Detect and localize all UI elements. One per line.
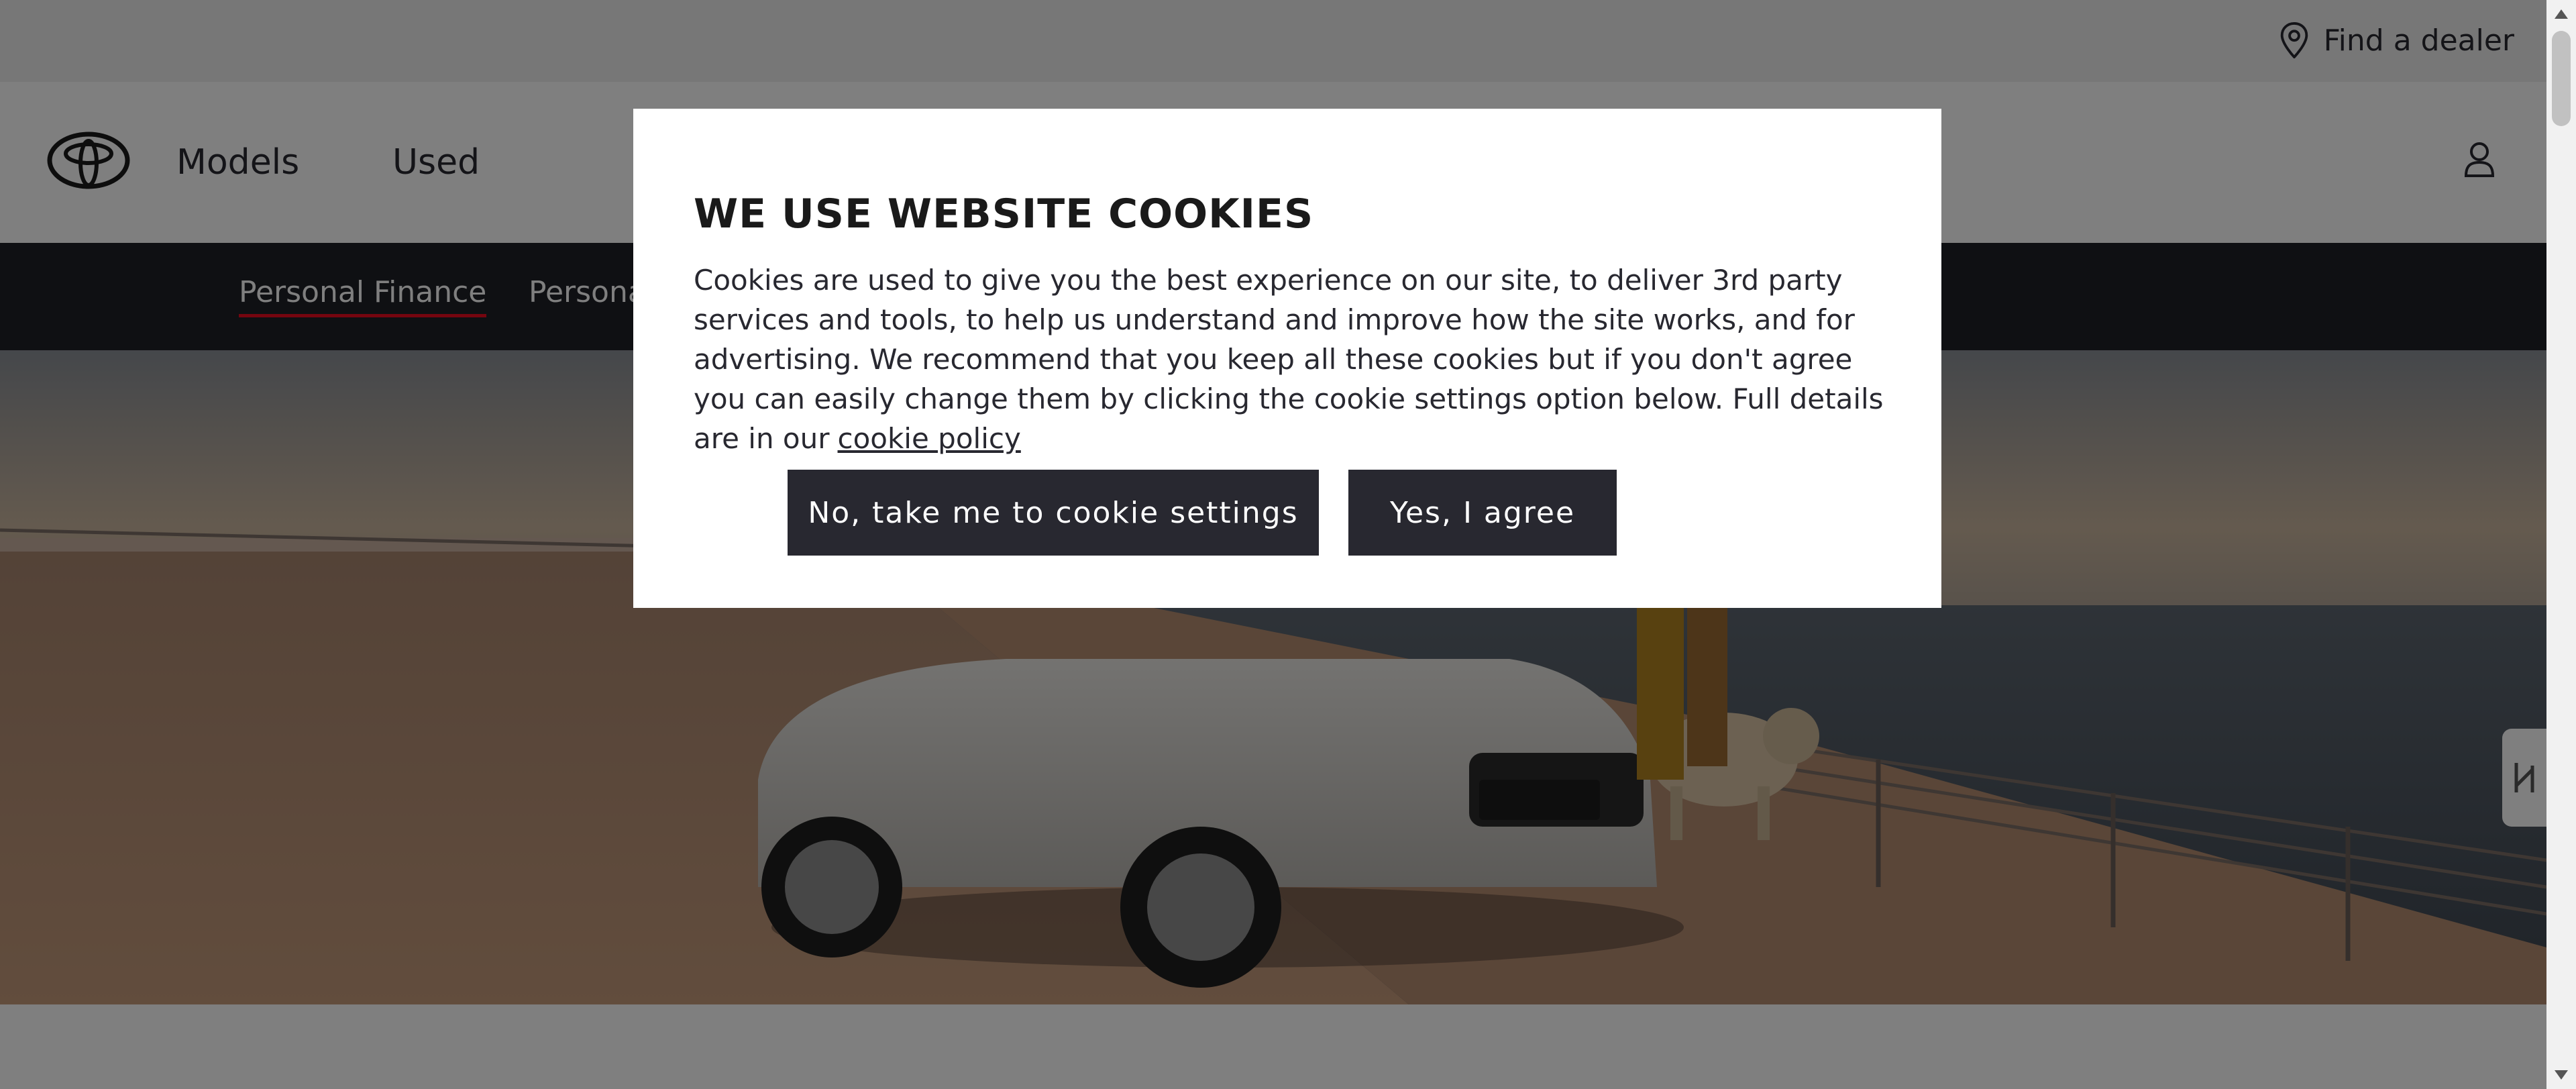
scroll-up-arrow-icon[interactable] bbox=[2555, 9, 2568, 19]
scroll-down-arrow-icon[interactable] bbox=[2555, 1070, 2568, 1080]
scrollbar-thumb[interactable] bbox=[2552, 31, 2571, 126]
cookie-policy-link[interactable]: cookie policy bbox=[838, 422, 1021, 455]
cookie-settings-button[interactable]: No, take me to cookie settings bbox=[788, 470, 1319, 556]
cookie-consent-dialog: WE USE WEBSITE COOKIES Cookies are used … bbox=[633, 109, 1941, 608]
agree-cookies-button[interactable]: Yes, I agree bbox=[1348, 470, 1617, 556]
cookie-dialog-title: WE USE WEBSITE COOKIES bbox=[694, 191, 1314, 238]
page-scrollbar[interactable] bbox=[2546, 0, 2576, 1089]
cookie-dialog-text: Cookies are used to give you the best ex… bbox=[694, 260, 1894, 458]
page: Find a dealer Models Used Personal Finan… bbox=[0, 0, 2546, 1089]
